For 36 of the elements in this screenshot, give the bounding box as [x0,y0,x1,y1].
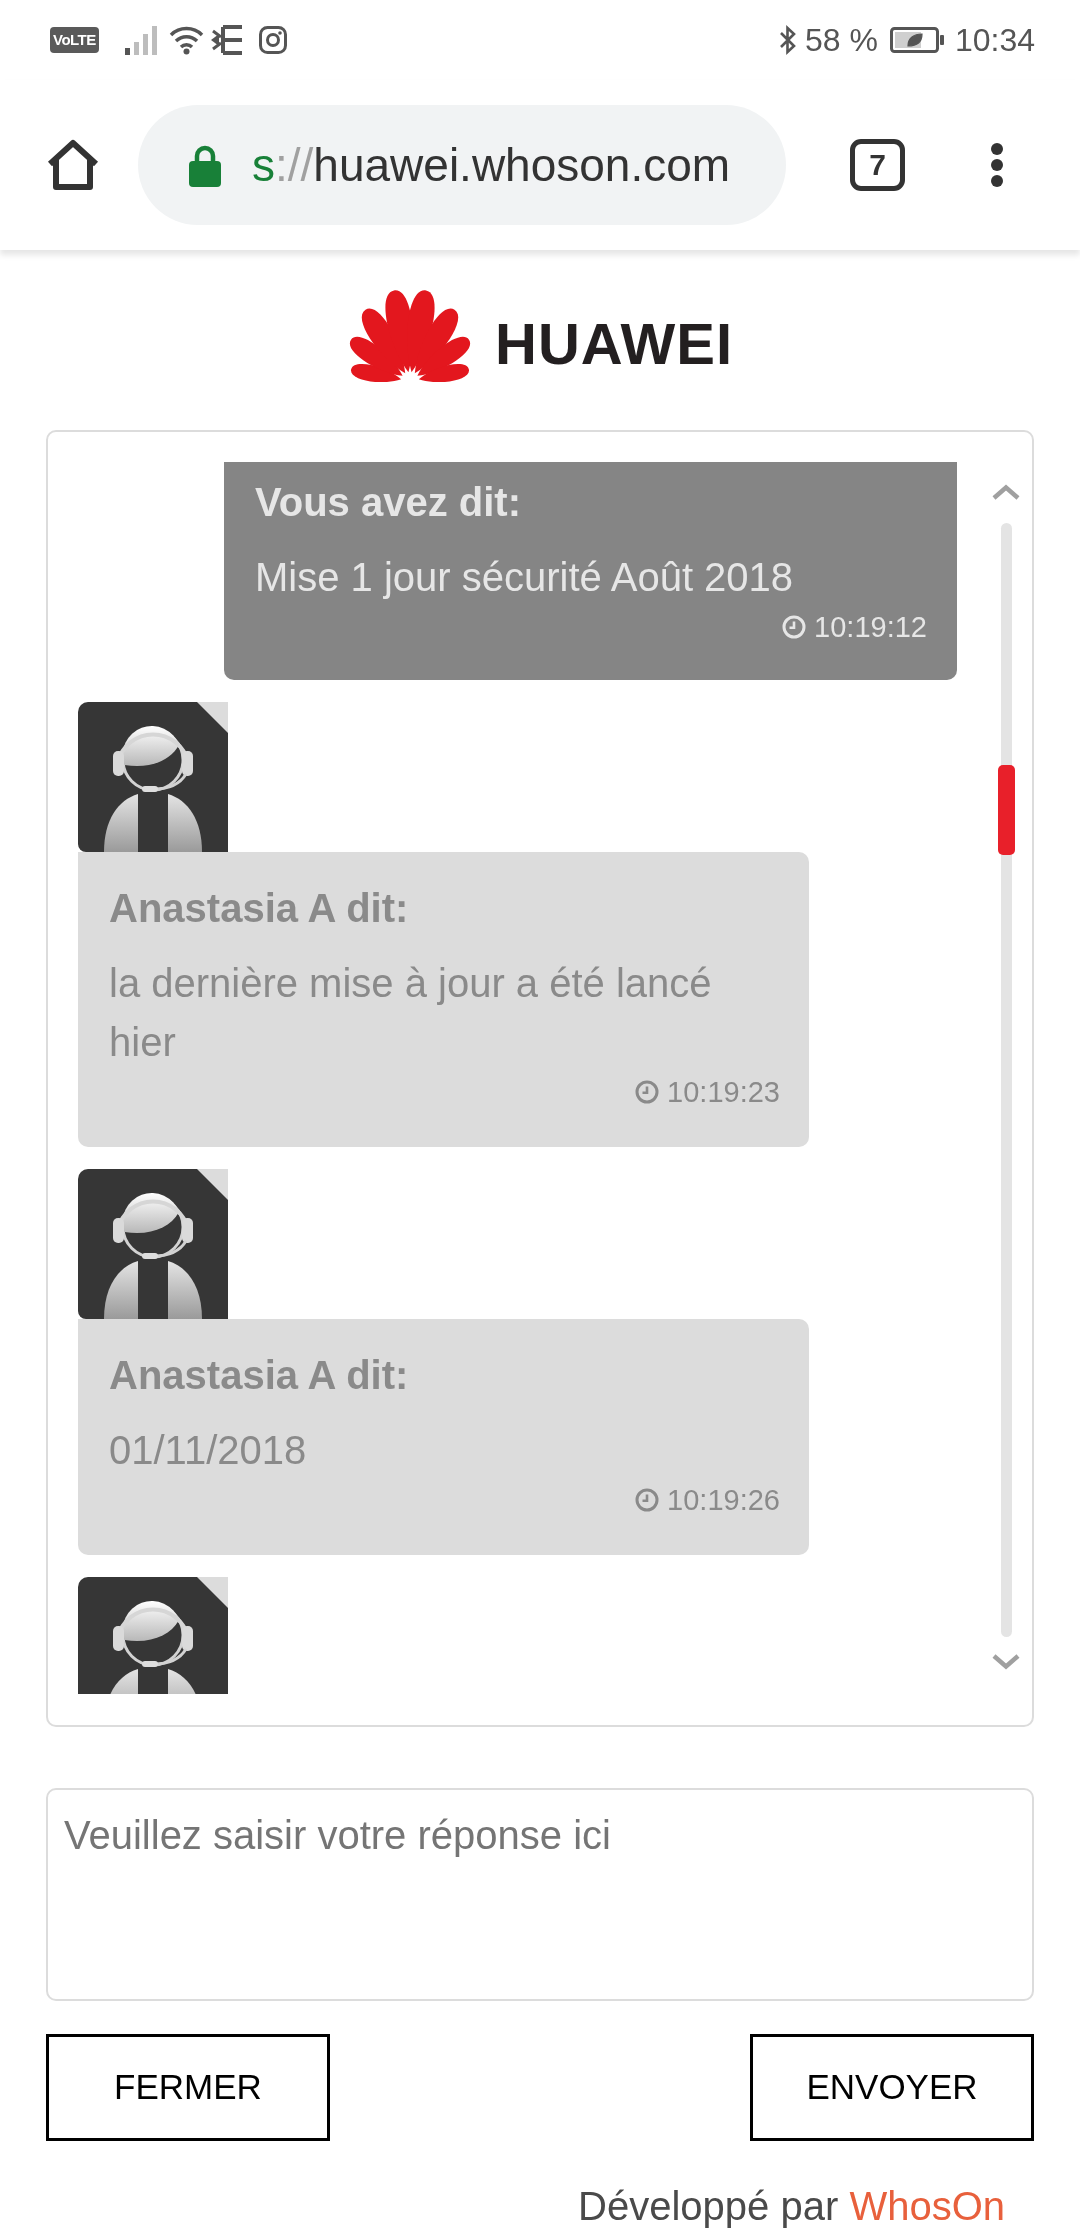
message-author: Anastasia A dit: [109,1352,410,1399]
send-button[interactable]: ENVOYER [750,2034,1034,2141]
camera-icon [258,26,287,54]
message-text: la dernière mise à jour a été lancé hier [109,960,713,1066]
credit-text: Développé par WhosOn [578,2183,1005,2230]
signal-icon [123,25,159,55]
address-bar[interactable]: s://huawei.whoson.com [138,105,786,225]
more-menu-icon[interactable] [988,142,1006,188]
clock-icon [635,1080,660,1104]
agent-avatar-icon [78,1577,228,1694]
bluetooth-icon [779,25,797,55]
home-icon[interactable] [45,139,101,191]
message-time: 10:19:23 [667,1075,780,1110]
logo-text: HUAWEI [495,311,733,377]
battery-percent: 58 % [805,21,878,60]
clock-time: 10:34 [954,21,1035,60]
close-button[interactable]: FERMER [46,2034,330,2141]
network-badge: VoLTE [50,27,99,53]
chevron-up-icon[interactable] [991,484,1021,500]
reply-field[interactable]: Veuillez saisir votre réponse ici [46,1788,1034,2001]
tab-count-button[interactable]: 7 [850,139,905,191]
message-author: Anastasia A dit: [109,885,410,932]
lock-icon [188,143,222,187]
message-time: 10:19:12 [814,610,927,645]
clock-icon [782,615,807,639]
message-author: Vous avez dit: [255,479,522,526]
logo-icon [347,288,473,382]
message-text: Mise 1 jour sécurité Août 2018 [255,554,795,601]
message-text: 01/11/2018 [109,1427,308,1474]
message-time: 10:19:26 [667,1483,780,1518]
chevron-down-icon[interactable] [991,1654,1021,1670]
battery-icon [889,27,945,53]
wifi-icon [168,25,204,55]
url-text: s://huawei.whoson.com [252,138,731,193]
clock-icon [635,1488,660,1512]
scrollbar-thumb[interactable] [997,765,1015,855]
